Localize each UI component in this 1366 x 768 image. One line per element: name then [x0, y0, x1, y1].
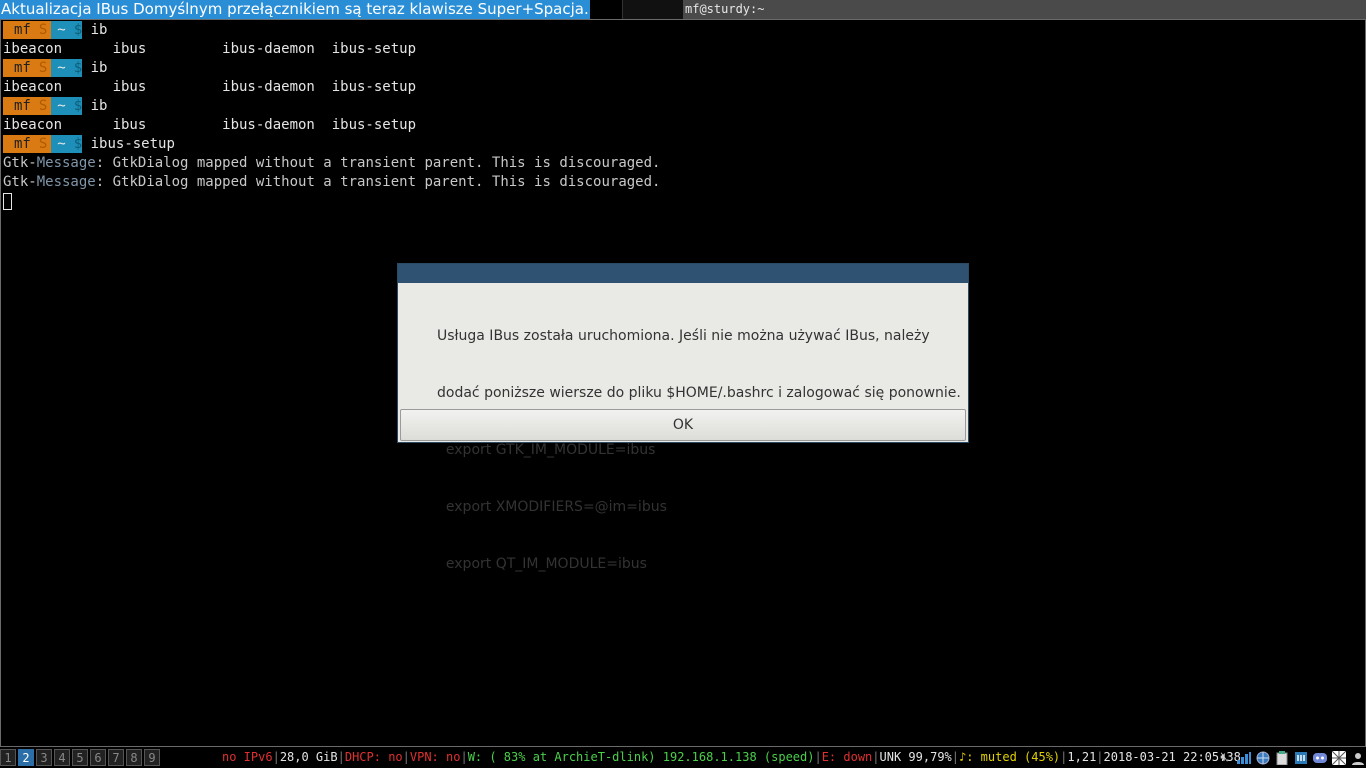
prompt-directory: ~ — [51, 135, 72, 153]
terminal-cursor — [3, 192, 12, 210]
prompt-directory: ~ — [51, 97, 72, 115]
workspace-button[interactable]: 4 — [54, 749, 70, 766]
clipboard-icon[interactable] — [1273, 749, 1290, 766]
notification-spacer — [622, 0, 684, 19]
separator: | — [1060, 750, 1068, 764]
workspace-button[interactable]: 1 — [0, 749, 16, 766]
output-line: ibeacon ibus ibus-daemon ibus-setup — [3, 79, 417, 95]
separator: | — [1096, 750, 1104, 764]
prompt-dollar: $ — [71, 97, 83, 115]
ibus-notification[interactable]: Aktualizacja IBus Domyślnym przełączniki… — [0, 0, 590, 19]
gtk-message-label: Message — [36, 155, 96, 171]
workspace-switcher: 123456789 — [0, 749, 162, 766]
gtk-message-text: : GtkDialog mapped without a transient p… — [95, 155, 661, 171]
separator: | — [814, 750, 822, 764]
prompt-status: S — [36, 135, 52, 153]
gtk-message-line: Gtk-Message: GtkDialog mapped without a … — [3, 154, 660, 173]
prompt-status: S — [36, 59, 52, 77]
separator: | — [460, 750, 468, 764]
workspace-button[interactable]: 2 — [18, 749, 34, 766]
terminal-output: mf S ~ $ ib ibeacon ibus ibus-daemon ibus-se… — [3, 21, 660, 211]
separator: | — [272, 750, 280, 764]
ipv6-status: no IPv6 — [222, 750, 273, 764]
workspace-button[interactable]: 7 — [108, 749, 124, 766]
dhcp-status: DHCP: no — [344, 750, 403, 764]
separator: | — [872, 750, 880, 764]
prompt-line: mf S ~ $ ib — [3, 59, 660, 78]
command-text: ib — [90, 60, 108, 76]
prompt-user: mf — [3, 59, 37, 77]
signal-bars-icon[interactable] — [1235, 749, 1252, 766]
output-line: ibeacon ibus ibus-daemon ibus-setup — [3, 41, 417, 57]
load-status: 1,21 — [1067, 750, 1097, 764]
prompt-directory: ~ — [51, 21, 72, 39]
workspace-button[interactable]: 6 — [90, 749, 106, 766]
prompt-line: mf S ~ $ ib — [3, 21, 660, 40]
prompt-status: S — [36, 97, 52, 115]
output-line: ibeacon ibus ibus-daemon ibus-setup — [3, 117, 417, 133]
battery-status: UNK 99,79% — [879, 750, 952, 764]
prompt-line: mf S ~ $ ib — [3, 97, 660, 116]
ibus-dialog: Usługa IBus została uruchomiona. Jeśli n… — [397, 263, 969, 572]
vpn-status: VPN: no — [409, 750, 461, 764]
gtk-message-line: Gtk-Message: GtkDialog mapped without a … — [3, 173, 660, 192]
separator: | — [951, 750, 959, 764]
dialog-message-line: Usługa IBus została uruchomiona. Jeśli n… — [437, 328, 930, 344]
prompt-status: S — [36, 21, 52, 39]
workspace-button[interactable]: 3 — [36, 749, 52, 766]
prompt-user: mf — [3, 21, 37, 39]
status-bar: 123456789 no IPv6 | 28,0 GiB | DHCP: no … — [0, 747, 1366, 768]
dialog-message-line: export GTK_IM_MODULE=ibus — [437, 442, 656, 458]
prompt-user: mf — [3, 135, 37, 153]
separator: | — [402, 750, 410, 764]
gtk-message-text: : GtkDialog mapped without a transient p… — [95, 174, 661, 190]
ok-button[interactable]: OK — [400, 409, 966, 441]
prompt-directory: ~ — [51, 59, 72, 77]
command-text: ibus-setup — [90, 136, 175, 152]
user-icon[interactable] — [1349, 749, 1366, 766]
gtk-prefix: Gtk- — [3, 174, 37, 190]
separator: | — [337, 750, 345, 764]
dialog-titlebar[interactable] — [398, 264, 968, 283]
system-tray: 🔇︎ — [1214, 749, 1366, 766]
gtk-prefix: Gtk- — [3, 155, 37, 171]
dialog-message-line: export XMODIFIERS=@im=ibus — [437, 499, 667, 515]
top-bar: Aktualizacja IBus Domyślnym przełączniki… — [0, 0, 1366, 19]
ethernet-status: E: down — [821, 750, 873, 764]
network-globe-icon[interactable] — [1254, 749, 1271, 766]
prompt-user: mf — [3, 97, 37, 115]
grid-icon[interactable] — [1330, 749, 1347, 766]
wifi-status: W: ( 83% at ArchieT-dlink) 192.168.1.138… — [467, 750, 815, 764]
window-title[interactable]: mf@sturdy:~ — [683, 0, 1366, 19]
prompt-dollar: $ — [71, 21, 83, 39]
cursor-line — [3, 192, 660, 211]
dialog-message: Usługa IBus została uruchomiona. Jeśli n… — [437, 289, 961, 612]
gtk-message-label: Message — [36, 174, 96, 190]
disk-status: 28,0 GiB — [279, 750, 338, 764]
command-text: ib — [90, 22, 108, 38]
workspace-button[interactable]: 9 — [144, 749, 160, 766]
status-items: no IPv6 | 28,0 GiB | DHCP: no | VPN: no … — [222, 747, 1241, 768]
discord-icon[interactable] — [1311, 749, 1328, 766]
speaker-muted-icon[interactable]: 🔇︎ — [1216, 749, 1233, 766]
dialog-message-line: export QT_IM_MODULE=ibus — [437, 556, 647, 572]
command-text: ib — [90, 98, 108, 114]
workspace-button[interactable]: 8 — [126, 749, 142, 766]
workspace-button[interactable]: 5 — [72, 749, 88, 766]
prompt-line: mf S ~ $ ibus-setup — [3, 135, 660, 154]
prompt-dollar: $ — [71, 135, 83, 153]
keyboard-icon[interactable] — [1292, 749, 1309, 766]
prompt-dollar: $ — [71, 59, 83, 77]
dialog-message-line: dodać poniższe wiersze do pliku $HOME/.b… — [437, 385, 961, 401]
volume-status: ♪: muted (45%) — [959, 750, 1061, 764]
